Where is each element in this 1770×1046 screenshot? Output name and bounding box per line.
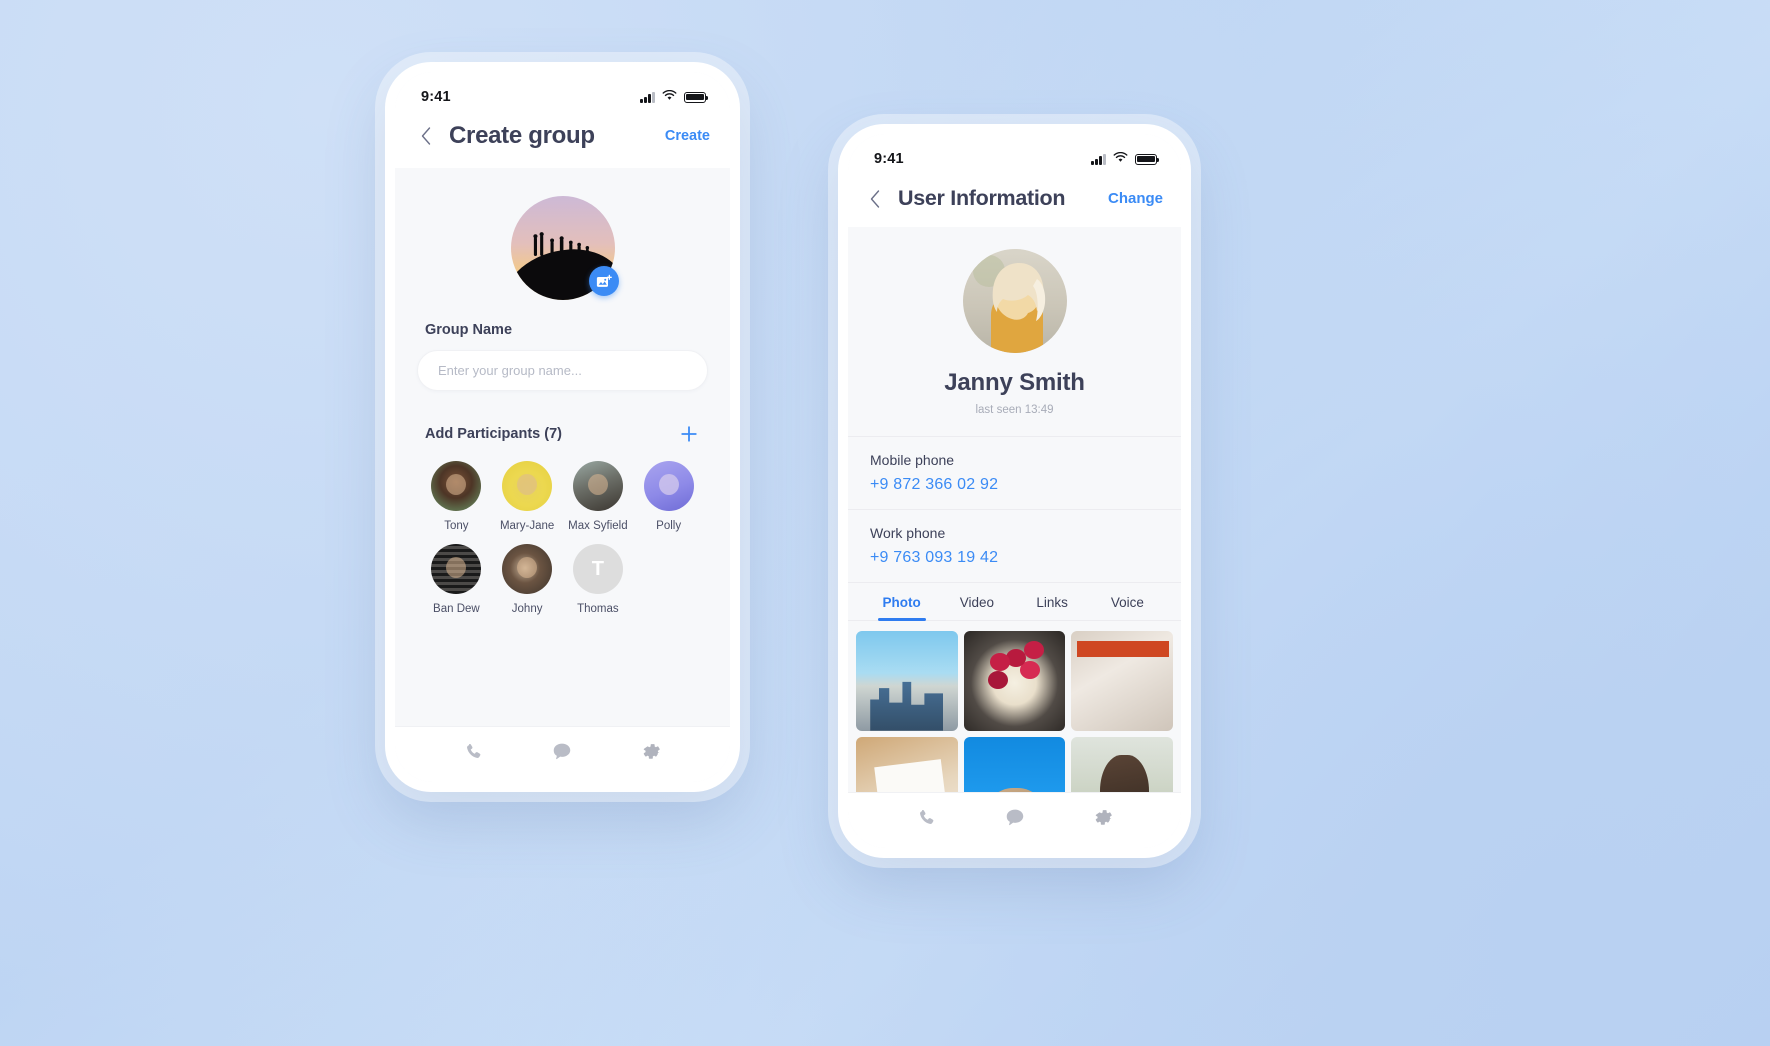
photo-cat-blue-sky[interactable] [963,736,1066,792]
participant-name: Thomas [577,603,619,615]
profile-name: Janny Smith [944,369,1085,396]
avatar-max-syfield [572,461,623,511]
group-name-label: Group Name [425,322,513,338]
participant-name: Max Syfield [568,520,628,532]
signal-bars-icon [640,91,655,103]
chevron-left-icon[interactable] [864,188,886,210]
avatar-initial-letter: T [591,557,604,580]
chat-bubble-icon[interactable] [1004,807,1026,828]
navbar: Create group Create [395,112,730,168]
avatar-tony [431,461,482,511]
group-avatar-section [395,168,730,322]
gear-icon[interactable] [641,741,662,762]
navbar: User Information Change [848,174,1181,227]
participant-name: Mary-Jane [499,520,555,532]
bottom-tabbar [848,792,1181,848]
photo-woman-portrait[interactable] [1071,736,1173,792]
participant-johny[interactable]: Johny [492,544,563,615]
participant-mary-jane[interactable]: Mary-Jane [492,461,563,532]
status-icons [640,88,709,106]
create-button[interactable]: Create [665,128,710,144]
tab-links[interactable]: Links [1015,595,1090,620]
photo-desk-paper[interactable] [856,736,958,792]
status-bar: 9:41 [848,134,1181,174]
status-time: 9:41 [874,151,904,167]
participant-name: Johny [511,603,543,615]
photo-raspberry-cake[interactable] [963,631,1066,731]
media-grid [848,621,1181,792]
avatar-initial: T [572,544,623,594]
phone-user-information: 9:41 User Information Change Janny Smith… [838,124,1191,858]
participants-header: Add Participants (7) [395,391,730,445]
wifi-icon [662,88,677,106]
avatar-johny [502,544,553,594]
page-title: Create group [449,122,595,149]
info-value[interactable]: +9 872 366 02 92 [870,476,1181,494]
battery-full-icon [1135,153,1160,165]
screen-create-group: 9:41 Create group Create Group Name Ente… [395,72,730,782]
participant-polly[interactable]: Polly [633,461,704,532]
group-photo-avatar[interactable] [510,196,619,300]
info-row-work-phone: Work phone +9 763 093 19 42 [848,510,1181,583]
screen-user-information: 9:41 User Information Change Janny Smith… [848,134,1181,848]
participant-max-syfield[interactable]: Max Syfield [563,461,634,532]
participant-ban-dew[interactable]: Ban Dew [421,544,492,615]
info-label: Mobile phone [870,452,955,468]
participant-tony[interactable]: Tony [421,461,492,532]
plus-icon[interactable] [678,423,700,445]
tab-voice[interactable]: Voice [1090,595,1165,620]
battery-full-icon [684,91,709,103]
bottom-tabbar [395,726,730,782]
chat-bubble-icon[interactable] [551,741,573,762]
tab-photo[interactable]: Photo [864,595,939,621]
signal-bars-icon [1091,153,1106,165]
group-name-field[interactable] [417,350,708,391]
create-group-body: Group Name Add Participants (7) Tony Mar… [395,168,730,726]
page-title: User Information [898,186,1066,210]
avatar-polly [643,461,694,511]
tab-video[interactable]: Video [939,595,1014,620]
gear-icon[interactable] [1093,807,1114,828]
participants-grid: Tony Mary-Jane Max Syfield Polly Ban Dew [395,445,730,615]
info-label: Work phone [870,525,946,541]
group-name-input[interactable] [438,363,687,378]
phone-icon[interactable] [916,807,937,828]
avatar-mary-jane [502,461,553,511]
photo-book-stack[interactable] [1071,631,1173,731]
participant-name: Tony [444,520,469,532]
silhouette-people-icon [532,232,589,261]
chevron-left-icon[interactable] [415,125,437,147]
phone-icon[interactable] [463,741,484,762]
status-bar: 9:41 [395,72,730,112]
phone-create-group: 9:41 Create group Create Group Name Ente… [385,62,740,792]
avatar-image [962,249,1067,353]
avatar-janny-smith[interactable] [962,249,1067,353]
media-tabs: Photo Video Links Voice [848,583,1181,621]
participant-name: Polly [656,520,682,532]
status-icons [1091,150,1160,168]
participant-thomas[interactable]: T Thomas [563,544,634,615]
user-information-body: Janny Smith last seen 13:49 Mobile phone… [848,227,1181,792]
participants-title: Add Participants (7) [425,426,562,442]
photo-city-skyline[interactable] [856,631,958,731]
wifi-icon [1113,150,1128,168]
info-row-mobile-phone: Mobile phone +9 872 366 02 92 [848,437,1181,510]
profile-card: Janny Smith last seen 13:49 [848,227,1181,437]
info-value[interactable]: +9 763 093 19 42 [870,549,1181,567]
change-button[interactable]: Change [1108,190,1163,207]
participant-name: Ban Dew [433,603,480,615]
profile-last-seen: last seen 13:49 [975,404,1054,416]
status-time: 9:41 [421,89,451,105]
add-photo-icon[interactable] [588,266,619,296]
avatar-ban-dew [431,544,482,594]
